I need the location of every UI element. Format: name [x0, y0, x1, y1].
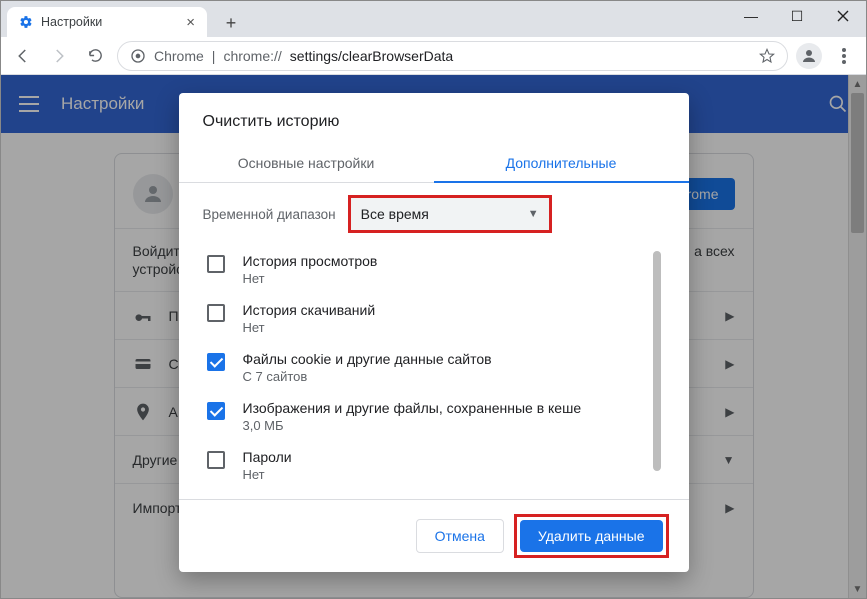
tab-close-icon[interactable]: × — [186, 14, 195, 31]
check-item-download-history[interactable]: История скачиваний Нет — [203, 294, 665, 343]
checklist: История просмотров Нет История скачиваний… — [203, 245, 665, 495]
chevron-down-icon: ▼ — [528, 208, 539, 220]
check-label: История скачиваний — [243, 302, 376, 318]
check-item-cache[interactable]: Изображения и другие файлы, сохраненные … — [203, 392, 665, 441]
check-sub: Нет — [243, 271, 378, 286]
time-range-select[interactable]: Все время ▼ — [350, 197, 550, 231]
clear-browsing-data-dialog: Очистить историю Основные настройки Допо… — [179, 93, 689, 572]
time-range-row: Временной диапазон Все время ▼ — [203, 197, 665, 231]
dialog-title: Очистить историю — [179, 93, 689, 143]
check-sub: 3,0 МБ — [243, 418, 582, 433]
chrome-logo-icon — [130, 48, 146, 64]
check-sub: Нет — [243, 320, 376, 335]
cancel-button[interactable]: Отмена — [416, 519, 504, 553]
checkbox[interactable] — [207, 255, 225, 273]
check-item-autofill[interactable]: Данные для автозаполнения — [203, 490, 665, 495]
nav-forward-button[interactable] — [45, 42, 73, 70]
address-product: Chrome — [154, 48, 204, 64]
check-sub: Нет — [243, 467, 292, 482]
check-sub: С 7 сайтов — [243, 369, 492, 384]
check-label: Пароли — [243, 449, 292, 465]
address-path: settings/clearBrowserData — [290, 48, 453, 64]
time-range-label: Временной диапазон — [203, 207, 336, 222]
window-close-button[interactable] — [820, 1, 866, 31]
checkbox[interactable] — [207, 304, 225, 322]
nav-back-button[interactable] — [9, 42, 37, 70]
browser-toolbar: Chrome | chrome:// settings/clearBrowserD… — [1, 37, 866, 75]
window-maximize-button[interactable]: ☐ — [774, 1, 820, 31]
check-item-passwords[interactable]: Пароли Нет — [203, 441, 665, 490]
checkbox[interactable] — [207, 451, 225, 469]
browser-tab-settings[interactable]: Настройки × — [7, 7, 207, 37]
new-tab-button[interactable]: + — [217, 9, 245, 37]
check-label: История просмотров — [243, 253, 378, 269]
check-item-cookies[interactable]: Файлы cookie и другие данные сайтов С 7 с… — [203, 343, 665, 392]
address-bar[interactable]: Chrome | chrome:// settings/clearBrowserD… — [117, 41, 788, 71]
dialog-scrollbar[interactable] — [651, 251, 663, 489]
dialog-scrollbar-thumb[interactable] — [653, 251, 661, 471]
tab-basic[interactable]: Основные настройки — [179, 143, 434, 183]
check-label: Изображения и другие файлы, сохраненные … — [243, 400, 582, 416]
confirm-button-highlight: Удалить данные — [514, 514, 669, 558]
tab-title: Настройки — [41, 15, 102, 29]
clear-data-button[interactable]: Удалить данные — [520, 520, 663, 552]
address-scheme: chrome:// — [223, 48, 281, 64]
time-range-value: Все время — [361, 206, 429, 222]
check-item-browsing-history[interactable]: История просмотров Нет — [203, 245, 665, 294]
check-label: Файлы cookie и другие данные сайтов — [243, 351, 492, 367]
checkbox[interactable] — [207, 353, 225, 371]
nav-reload-button[interactable] — [81, 42, 109, 70]
gear-icon — [19, 15, 33, 29]
bookmark-star-icon[interactable] — [759, 48, 775, 64]
window-minimize-button[interactable]: — — [728, 1, 774, 31]
menu-button[interactable] — [830, 48, 858, 64]
dialog-body: Временной диапазон Все время ▼ История п… — [179, 183, 689, 499]
checkbox[interactable] — [207, 402, 225, 420]
dialog-tabs: Основные настройки Дополнительные — [179, 143, 689, 183]
tab-advanced[interactable]: Дополнительные — [434, 143, 689, 183]
dialog-footer: Отмена Удалить данные — [179, 499, 689, 572]
profile-avatar-button[interactable] — [796, 43, 822, 69]
address-separator: | — [212, 48, 216, 64]
